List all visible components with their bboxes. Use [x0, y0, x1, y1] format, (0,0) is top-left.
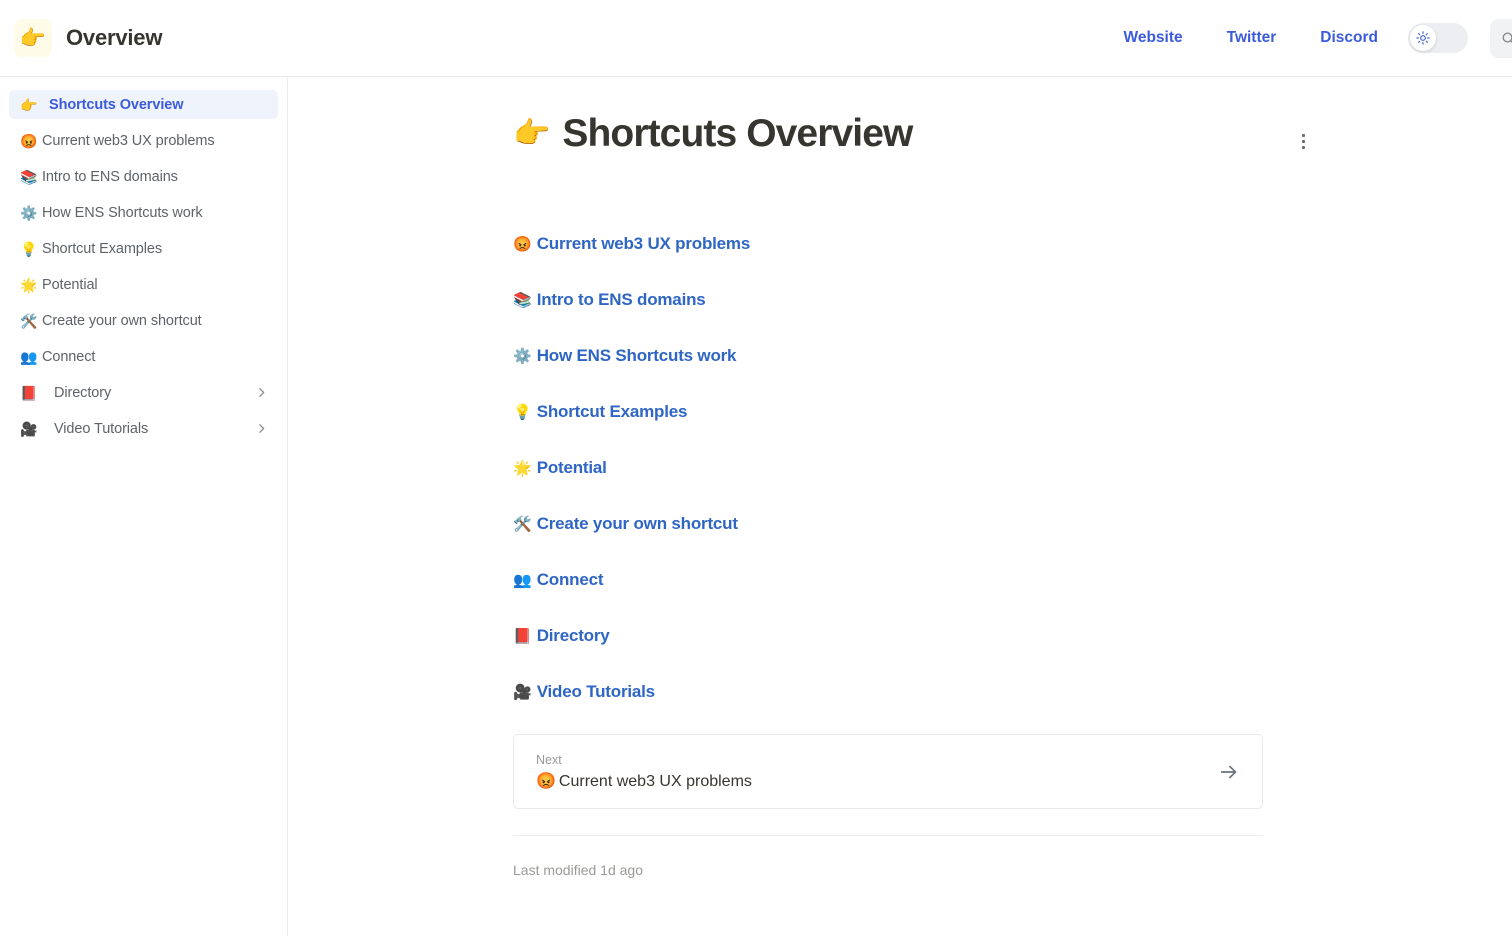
- sidebar-item-how-ens-shortcuts-work[interactable]: ⚙️ How ENS Shortcuts work: [9, 198, 278, 227]
- sidebar-item-potential[interactable]: 🌟 Potential: [9, 270, 278, 299]
- movie-camera-icon: 🎥: [20, 420, 38, 437]
- chevron-right-icon[interactable]: [255, 422, 268, 435]
- brand[interactable]: 👉 Overview: [14, 19, 162, 57]
- sidebar-item-shortcut-examples[interactable]: 💡 Shortcut Examples: [9, 234, 278, 263]
- pointing-finger-icon: 👉: [14, 19, 52, 57]
- content-link-label: Current web3 UX problems: [536, 234, 751, 253]
- content-link-directory[interactable]: 📕 Directory: [513, 621, 1288, 651]
- page-title-header: Overview: [66, 25, 163, 50]
- gear-icon: ⚙️: [513, 348, 532, 365]
- pointing-finger-icon: 👉: [513, 117, 551, 151]
- content-link-potential[interactable]: 🌟 Potential: [513, 453, 1288, 483]
- content-link-label: Video Tutorials: [536, 682, 655, 701]
- busts-in-silhouette-icon: 👥: [20, 348, 38, 365]
- brand-emoji-glyph: 👉: [19, 26, 47, 50]
- nav-link-website[interactable]: Website: [1123, 29, 1182, 47]
- content-link-list: 😡 Current web3 UX problems 📚 Intro to ENS …: [513, 229, 1288, 733]
- sidebar-item-label: Potential: [42, 276, 98, 293]
- nav-link-discord[interactable]: Discord: [1320, 29, 1378, 47]
- sidebar-item-label: Connect: [42, 348, 96, 365]
- sidebar-item-directory[interactable]: 📕 Directory: [9, 378, 278, 407]
- content-link-connect[interactable]: 👥 Connect: [513, 565, 1288, 595]
- sidebar-item-label: Video Tutorials: [54, 420, 149, 437]
- next-label: Next: [536, 752, 562, 767]
- more-options-icon[interactable]: [1293, 129, 1313, 153]
- kebab-dot: [1301, 133, 1305, 137]
- arrow-right-icon: [1218, 761, 1240, 783]
- search-icon: [1502, 32, 1512, 43]
- sidebar-item-current-web3-ux-problems[interactable]: 😡 Current web3 UX problems: [9, 126, 278, 155]
- content-link-label: Intro to ENS domains: [536, 290, 706, 309]
- sidebar-item-label: Intro to ENS domains: [42, 168, 178, 185]
- next-title: 😡 Current web3 UX problems: [536, 771, 752, 793]
- content-link-label: Shortcut Examples: [536, 402, 688, 421]
- content-link-label: Potential: [536, 458, 607, 477]
- header-right-group: Website Twitter Discord: [1123, 0, 1512, 76]
- content-link-label: How ENS Shortcuts work: [536, 346, 737, 365]
- top-header: 👉 Overview Website Twitter Discord: [0, 0, 1512, 77]
- lightbulb-icon: 💡: [513, 404, 532, 421]
- content-link-how-ens-shortcuts-work[interactable]: ⚙️ How ENS Shortcuts work: [513, 341, 1288, 371]
- sidebar-item-connect[interactable]: 👥 Connect: [9, 342, 278, 371]
- theme-toggle-knob: [1410, 25, 1436, 51]
- chevron-right-icon[interactable]: [255, 386, 268, 399]
- kebab-dot: [1301, 139, 1305, 143]
- next-page-card[interactable]: Next 😡 Current web3 UX problems: [513, 734, 1263, 809]
- books-icon: 📚: [513, 292, 532, 309]
- movie-camera-icon: 🎥: [513, 684, 532, 701]
- busts-in-silhouette-icon: 👥: [513, 572, 532, 589]
- closed-book-icon: 📕: [513, 628, 532, 645]
- content-link-label: Connect: [536, 570, 604, 589]
- hammer-and-wrench-icon: 🛠️: [20, 312, 38, 329]
- search-input[interactable]: [1490, 19, 1512, 58]
- content-link-current-web3-ux-problems[interactable]: 😡 Current web3 UX problems: [513, 229, 1288, 259]
- main-content: 👉 Shortcuts Overview 😡 Current web3 UX pr…: [289, 77, 1512, 936]
- content-link-label: Directory: [536, 626, 610, 645]
- next-title-label: Current web3 UX problems: [558, 772, 752, 790]
- theme-toggle[interactable]: [1408, 23, 1468, 53]
- kebab-dot: [1301, 145, 1305, 149]
- sun-icon: [1416, 31, 1430, 45]
- last-modified-text: Last modified 1d ago: [513, 862, 643, 878]
- content-link-shortcut-examples[interactable]: 💡 Shortcut Examples: [513, 397, 1288, 427]
- sidebar-item-label: How ENS Shortcuts work: [42, 204, 203, 221]
- hammer-and-wrench-icon: 🛠️: [513, 516, 532, 533]
- sidebar-item-label: Directory: [54, 384, 112, 401]
- sidebar: 👉 Shortcuts Overview 😡 Current web3 UX p…: [0, 77, 288, 936]
- nav-link-twitter[interactable]: Twitter: [1227, 29, 1277, 47]
- books-icon: 📚: [20, 168, 38, 185]
- content-link-create-your-own-shortcut[interactable]: 🛠️ Create your own shortcut: [513, 509, 1288, 539]
- content-link-video-tutorials[interactable]: 🎥 Video Tutorials: [513, 677, 1288, 707]
- lightbulb-icon: 💡: [20, 240, 38, 257]
- angry-face-icon: 😡: [513, 236, 532, 253]
- sidebar-item-label: Current web3 UX problems: [42, 132, 215, 149]
- content-link-intro-to-ens-domains[interactable]: 📚 Intro to ENS domains: [513, 285, 1288, 315]
- page-header: 👉 Shortcuts Overview: [513, 112, 1305, 156]
- footer-divider: [513, 835, 1263, 836]
- sidebar-item-label: Shortcuts Overview: [49, 96, 184, 113]
- content-link-label: Create your own shortcut: [536, 514, 738, 533]
- sidebar-item-create-your-own-shortcut[interactable]: 🛠️ Create your own shortcut: [9, 306, 278, 335]
- sidebar-item-video-tutorials[interactable]: 🎥 Video Tutorials: [9, 414, 278, 443]
- sidebar-item-label: Create your own shortcut: [42, 312, 202, 329]
- gear-icon: ⚙️: [20, 204, 38, 221]
- glowing-star-icon: 🌟: [513, 460, 532, 477]
- page-title: Shortcuts Overview: [562, 112, 913, 155]
- sidebar-item-shortcuts-overview[interactable]: 👉 Shortcuts Overview: [9, 90, 278, 119]
- closed-book-icon: 📕: [20, 384, 38, 401]
- next-card-texts: Next 😡 Current web3 UX problems: [536, 751, 752, 792]
- glowing-star-icon: 🌟: [20, 276, 38, 293]
- sidebar-item-intro-to-ens-domains[interactable]: 📚 Intro to ENS domains: [9, 162, 278, 191]
- pointing-finger-icon: 👉: [20, 96, 38, 113]
- angry-face-icon: 😡: [536, 772, 556, 790]
- angry-face-icon: 😡: [20, 132, 38, 149]
- sidebar-item-label: Shortcut Examples: [42, 240, 162, 257]
